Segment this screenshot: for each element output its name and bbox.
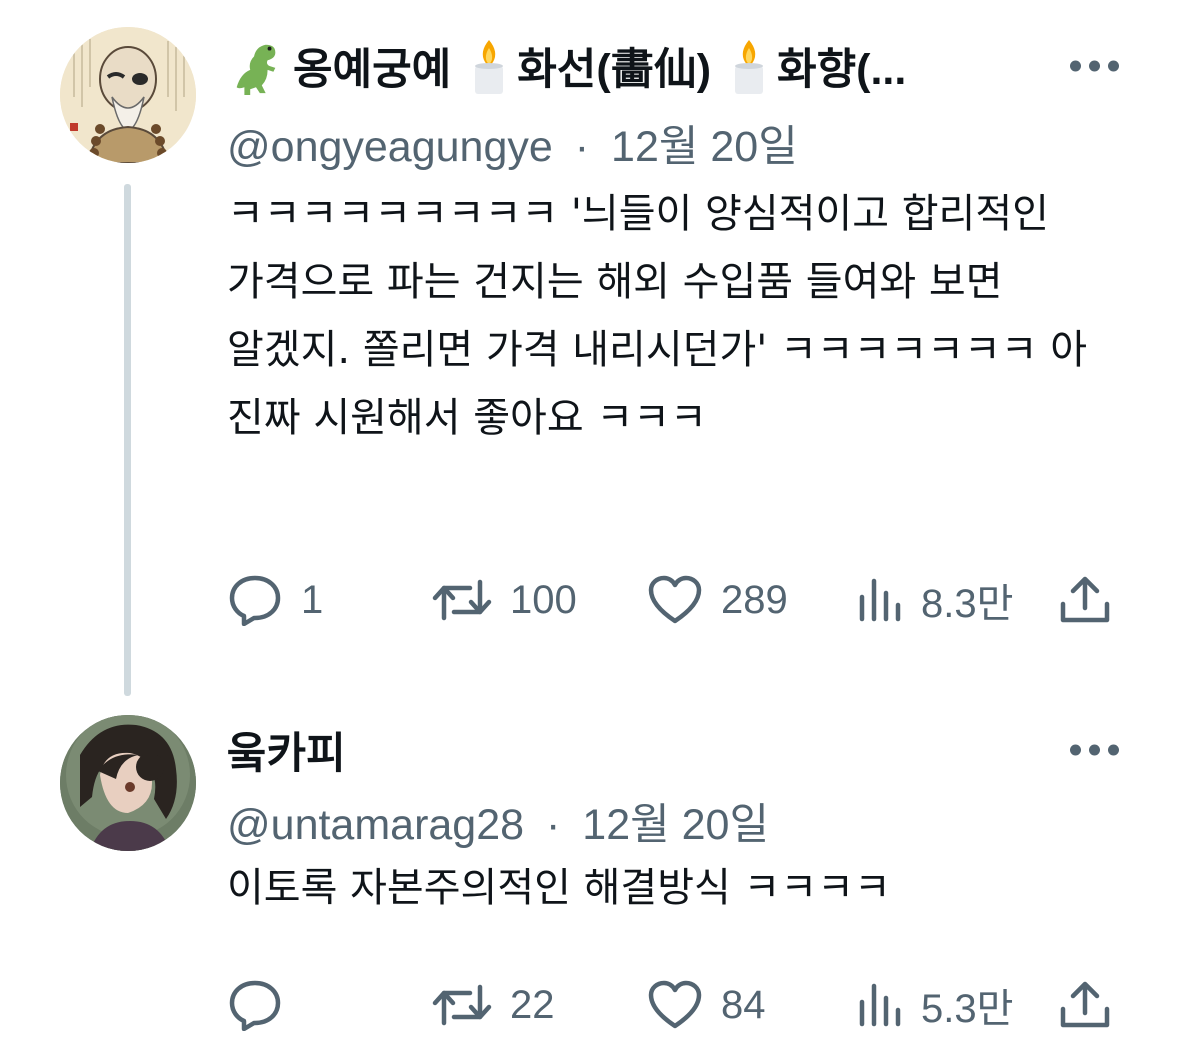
tweet-actions: 1 100 289 8.3만 [227,570,1119,630]
views-button[interactable]: 8.3만 [857,571,1013,629]
thread-connector-line [124,184,131,696]
handle-and-date: @untamarag28 · 12월 20일 [227,790,769,852]
share-icon [1060,576,1110,623]
display-name-text: 웈카피 [227,730,346,778]
views-count: 5.3만 [921,987,1014,1031]
tweet[interactable]: 옹예궁예 화선(畵仙) 화향(... @ongyeagungye · 12월 2… [0,0,1179,700]
retweet-button[interactable]: 100 [432,578,577,623]
display-name[interactable]: 옹예궁예 화선(畵仙) 화향(... [227,35,920,97]
retweet-icon [432,579,492,621]
candle-emoji [469,36,509,96]
views-count: 8.3만 [921,582,1014,626]
reply-count: 1 [301,577,324,622]
tweet[interactable]: 웈카피 @untamarag28 · 12월 20일 이토록 자본주의적인 해결… [0,700,1179,1047]
views-button[interactable]: 5.3만 [857,976,1013,1034]
retweet-count: 100 [510,577,577,622]
retweet-button[interactable]: 22 [432,983,555,1028]
views-icon [859,983,901,1027]
display-name-part-1: 옹예궁예 [293,46,452,94]
retweet-icon [432,984,492,1026]
more-icon[interactable] [1070,744,1119,756]
tweet-date[interactable]: 12월 20일 [611,123,798,171]
tweet-header: 옹예궁예 화선(畵仙) 화향(... [227,34,1119,98]
dinosaur-emoji [227,37,285,95]
tweet-header: 웈카피 [227,720,1119,780]
views-icon [859,578,901,622]
like-count: 289 [721,577,788,622]
handle-and-date: @ongyeagungye · 12월 20일 [227,112,798,174]
avatar-illustration [60,27,196,163]
separator: · [546,801,561,849]
tweet-date[interactable]: 12월 20일 [582,801,769,849]
reply-button[interactable]: 1 [227,574,323,626]
tweet-actions: 22 84 5.3만 [227,975,1119,1035]
share-icon [1060,981,1110,1028]
reply-icon [229,575,281,626]
display-name[interactable]: 웈카피 [227,719,346,781]
like-button[interactable]: 84 [647,980,766,1030]
share-button[interactable] [1057,979,1113,1031]
share-button[interactable] [1057,574,1113,626]
display-name-part-3: 화향(... [777,46,907,94]
tweet-text: 이토록 자본주의적인 해결방식 ㅋㅋㅋㅋ [227,865,891,911]
avatar[interactable] [60,27,196,163]
like-icon [648,980,702,1029]
separator: · [574,123,590,171]
display-name-part-2: 화선(畵仙) [517,46,712,94]
avatar-illustration [60,715,196,851]
like-count: 84 [721,982,766,1027]
reply-icon [229,980,281,1031]
retweet-count: 22 [510,982,555,1027]
candle-emoji [729,36,769,96]
avatar[interactable] [60,715,196,851]
like-icon [648,575,702,624]
user-handle[interactable]: @ongyeagungye [227,123,553,171]
more-icon[interactable] [1070,60,1119,72]
tweet-text: ㅋㅋㅋㅋㅋㅋㅋㅋㅋ '늬들이 양심적이고 합리적인 가격으로 파는 건지는 해외… [227,191,1088,441]
reply-button[interactable] [227,979,301,1031]
like-button[interactable]: 289 [647,575,788,625]
user-handle[interactable]: @untamarag28 [227,801,524,849]
